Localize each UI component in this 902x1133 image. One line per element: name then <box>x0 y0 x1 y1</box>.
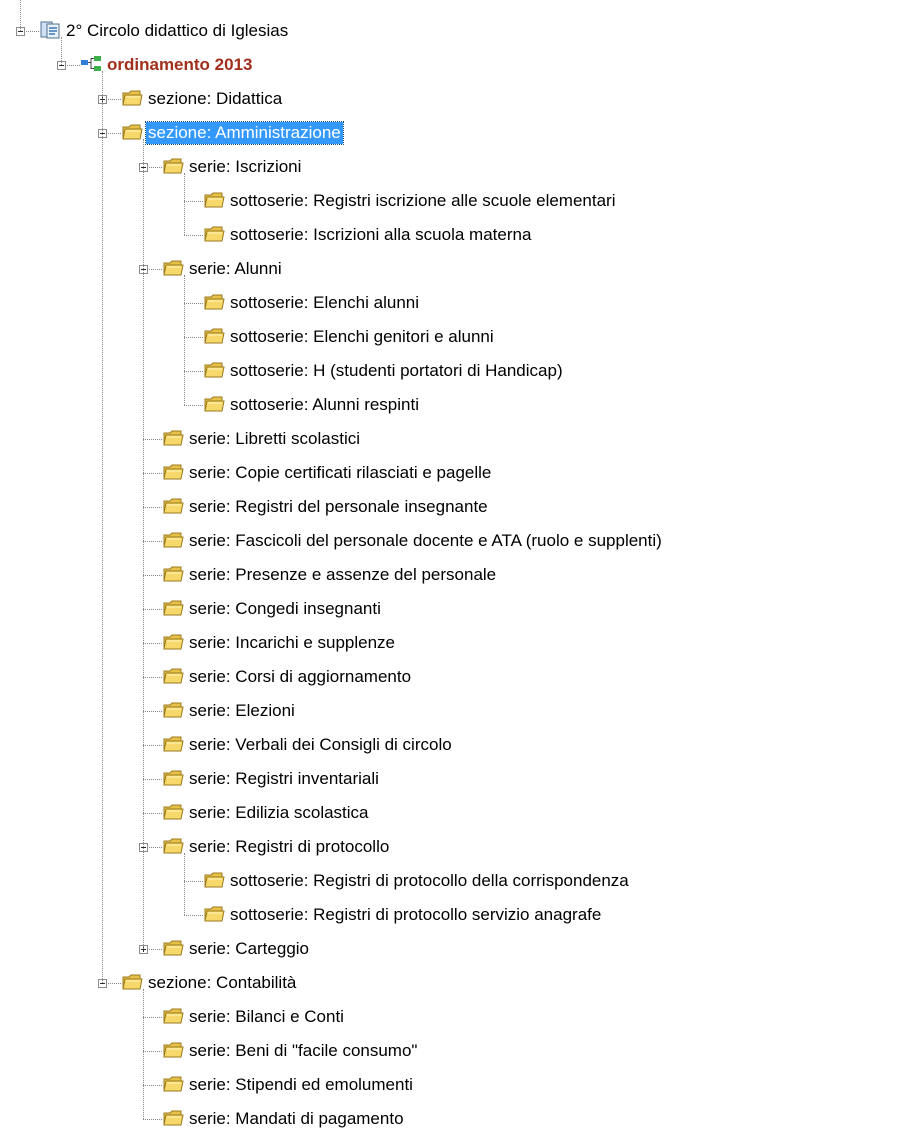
folder-icon <box>162 1006 184 1026</box>
tree-connector <box>143 1051 162 1052</box>
folder-icon <box>203 326 225 346</box>
tree-node-serie-congedi-insegnanti[interactable]: serie: Congedi insegnanti <box>187 598 383 620</box>
folder-icon <box>162 598 184 618</box>
tree-connector <box>143 609 162 610</box>
tree-connector <box>143 711 162 712</box>
tree-connector <box>184 303 203 304</box>
tree-node-sottoserie-h-studenti-portatori-di-handicap[interactable]: sottoserie: H (studenti portatori di Han… <box>228 360 565 382</box>
folder-icon <box>162 462 184 482</box>
tree-node-sottoserie-registri-di-protocollo-servizio-anagrafe[interactable]: sottoserie: Registri di protocollo servi… <box>228 904 603 926</box>
tree-node-serie-copie-certificati-rilasciati-e-pagelle[interactable]: serie: Copie certificati rilasciati e pa… <box>187 462 493 484</box>
tree-connector <box>143 541 162 542</box>
tree-connector <box>143 439 162 440</box>
tree-connector <box>143 1119 162 1120</box>
tree-node-serie-incarichi-e-supplenze[interactable]: serie: Incarichi e supplenze <box>187 632 397 654</box>
tree-node-serie-registri-inventariali[interactable]: serie: Registri inventariali <box>187 768 381 790</box>
tree-connector <box>143 643 162 644</box>
tree-connector <box>143 507 162 508</box>
tree-node-ordinamento-2013[interactable]: ordinamento 2013 <box>105 54 255 76</box>
folder-icon <box>162 1108 184 1128</box>
tree-node-serie-bilanci-e-conti[interactable]: serie: Bilanci e Conti <box>187 1006 346 1028</box>
folder-icon <box>162 768 184 788</box>
tree-node-2-circolo-didattico-di-iglesias[interactable]: 2° Circolo didattico di Iglesias <box>64 20 290 42</box>
tree-connector <box>143 139 144 949</box>
tree-node-serie-stipendi-ed-emolumenti[interactable]: serie: Stipendi ed emolumenti <box>187 1074 415 1096</box>
tree-node-sezione-didattica[interactable]: sezione: Didattica <box>146 88 284 110</box>
tree-connector <box>143 813 162 814</box>
folder-icon <box>162 156 184 176</box>
folder-icon <box>203 190 225 210</box>
folder-icon <box>162 938 184 958</box>
folder-icon <box>162 836 184 856</box>
tree-connector <box>184 173 185 235</box>
tree-node-serie-carteggio[interactable]: serie: Carteggio <box>187 938 311 960</box>
tree-connector <box>184 275 185 405</box>
tree-connector <box>184 915 203 916</box>
tree-connector <box>61 37 62 65</box>
folder-icon <box>162 666 184 686</box>
tree-node-sezione-amministrazione[interactable]: sezione: Amministrazione <box>145 121 344 145</box>
folder-icon <box>121 972 143 992</box>
folder-icon <box>162 1074 184 1094</box>
tree-connector <box>143 473 162 474</box>
tree-connector <box>20 0 21 31</box>
tree-connector <box>143 575 162 576</box>
folder-icon <box>162 1040 184 1060</box>
tree-node-serie-beni-di-facile-consumo[interactable]: serie: Beni di "facile consumo" <box>187 1040 419 1062</box>
tree-node-sottoserie-registri-di-protocollo-della-corrispondenza[interactable]: sottoserie: Registri di protocollo della… <box>228 870 631 892</box>
tree-node-serie-registri-di-protocollo[interactable]: serie: Registri di protocollo <box>187 836 391 858</box>
tree-node-serie-alunni[interactable]: serie: Alunni <box>187 258 284 280</box>
archive-icon <box>39 20 61 40</box>
tree-node-sottoserie-registri-iscrizione-alle-scuole-elementari[interactable]: sottoserie: Registri iscrizione alle scu… <box>228 190 618 212</box>
tree-node-sottoserie-elenchi-genitori-e-alunni[interactable]: sottoserie: Elenchi genitori e alunni <box>228 326 496 348</box>
tree-connector <box>143 989 144 1119</box>
tree-connector <box>143 677 162 678</box>
tree-node-sezione-contabilità[interactable]: sezione: Contabilità <box>146 972 298 994</box>
folder-icon <box>162 734 184 754</box>
tree-node-serie-libretti-scolastici[interactable]: serie: Libretti scolastici <box>187 428 362 450</box>
tree-node-serie-elezioni[interactable]: serie: Elezioni <box>187 700 297 722</box>
tree-node-serie-edilizia-scolastica[interactable]: serie: Edilizia scolastica <box>187 802 371 824</box>
tree-node-serie-presenze-e-assenze-del-personale[interactable]: serie: Presenze e assenze del personale <box>187 564 498 586</box>
tree-node-serie-fascicoli-del-personale-docente-e-ata-ruolo-e-supplenti[interactable]: serie: Fascicoli del personale docente e… <box>187 530 664 552</box>
folder-icon <box>203 360 225 380</box>
tree-connector <box>184 201 203 202</box>
folder-icon <box>162 530 184 550</box>
tree-connector <box>184 881 203 882</box>
folder-icon <box>162 564 184 584</box>
folder-icon <box>203 292 225 312</box>
folder-icon <box>203 904 225 924</box>
tree-connector <box>184 235 203 236</box>
folder-icon <box>162 258 184 278</box>
tree-connector <box>184 337 203 338</box>
tree-view[interactable]: 2° Circolo didattico di Iglesias ordiname… <box>0 0 902 1128</box>
tree-node-sottoserie-alunni-respinti[interactable]: sottoserie: Alunni respinti <box>228 394 421 416</box>
folder-icon <box>203 224 225 244</box>
folder-icon <box>203 870 225 890</box>
hierarchy-icon <box>80 54 102 74</box>
tree-connector <box>143 1085 162 1086</box>
folder-icon <box>203 394 225 414</box>
tree-node-serie-iscrizioni[interactable]: serie: Iscrizioni <box>187 156 303 178</box>
tree-node-serie-registri-del-personale-insegnante[interactable]: serie: Registri del personale insegnante <box>187 496 490 518</box>
tree-connector <box>143 779 162 780</box>
tree-connector <box>184 853 185 915</box>
tree-connector <box>143 745 162 746</box>
tree-node-serie-mandati-di-pagamento[interactable]: serie: Mandati di pagamento <box>187 1108 406 1130</box>
folder-icon <box>162 802 184 822</box>
tree-connector <box>143 1017 162 1018</box>
folder-icon <box>121 88 143 108</box>
tree-node-serie-verbali-dei-consigli-di-circolo[interactable]: serie: Verbali dei Consigli di circolo <box>187 734 454 756</box>
tree-node-serie-corsi-di-aggiornamento[interactable]: serie: Corsi di aggiornamento <box>187 666 413 688</box>
tree-node-sottoserie-elenchi-alunni[interactable]: sottoserie: Elenchi alunni <box>228 292 421 314</box>
folder-icon <box>121 122 143 142</box>
tree-node-sottoserie-iscrizioni-alla-scuola-materna[interactable]: sottoserie: Iscrizioni alla scuola mater… <box>228 224 533 246</box>
tree-connector <box>102 71 103 983</box>
folder-icon <box>162 428 184 448</box>
folder-icon <box>162 700 184 720</box>
tree-connector <box>184 405 203 406</box>
folder-icon <box>162 496 184 516</box>
folder-icon <box>162 632 184 652</box>
tree-connector <box>184 371 203 372</box>
